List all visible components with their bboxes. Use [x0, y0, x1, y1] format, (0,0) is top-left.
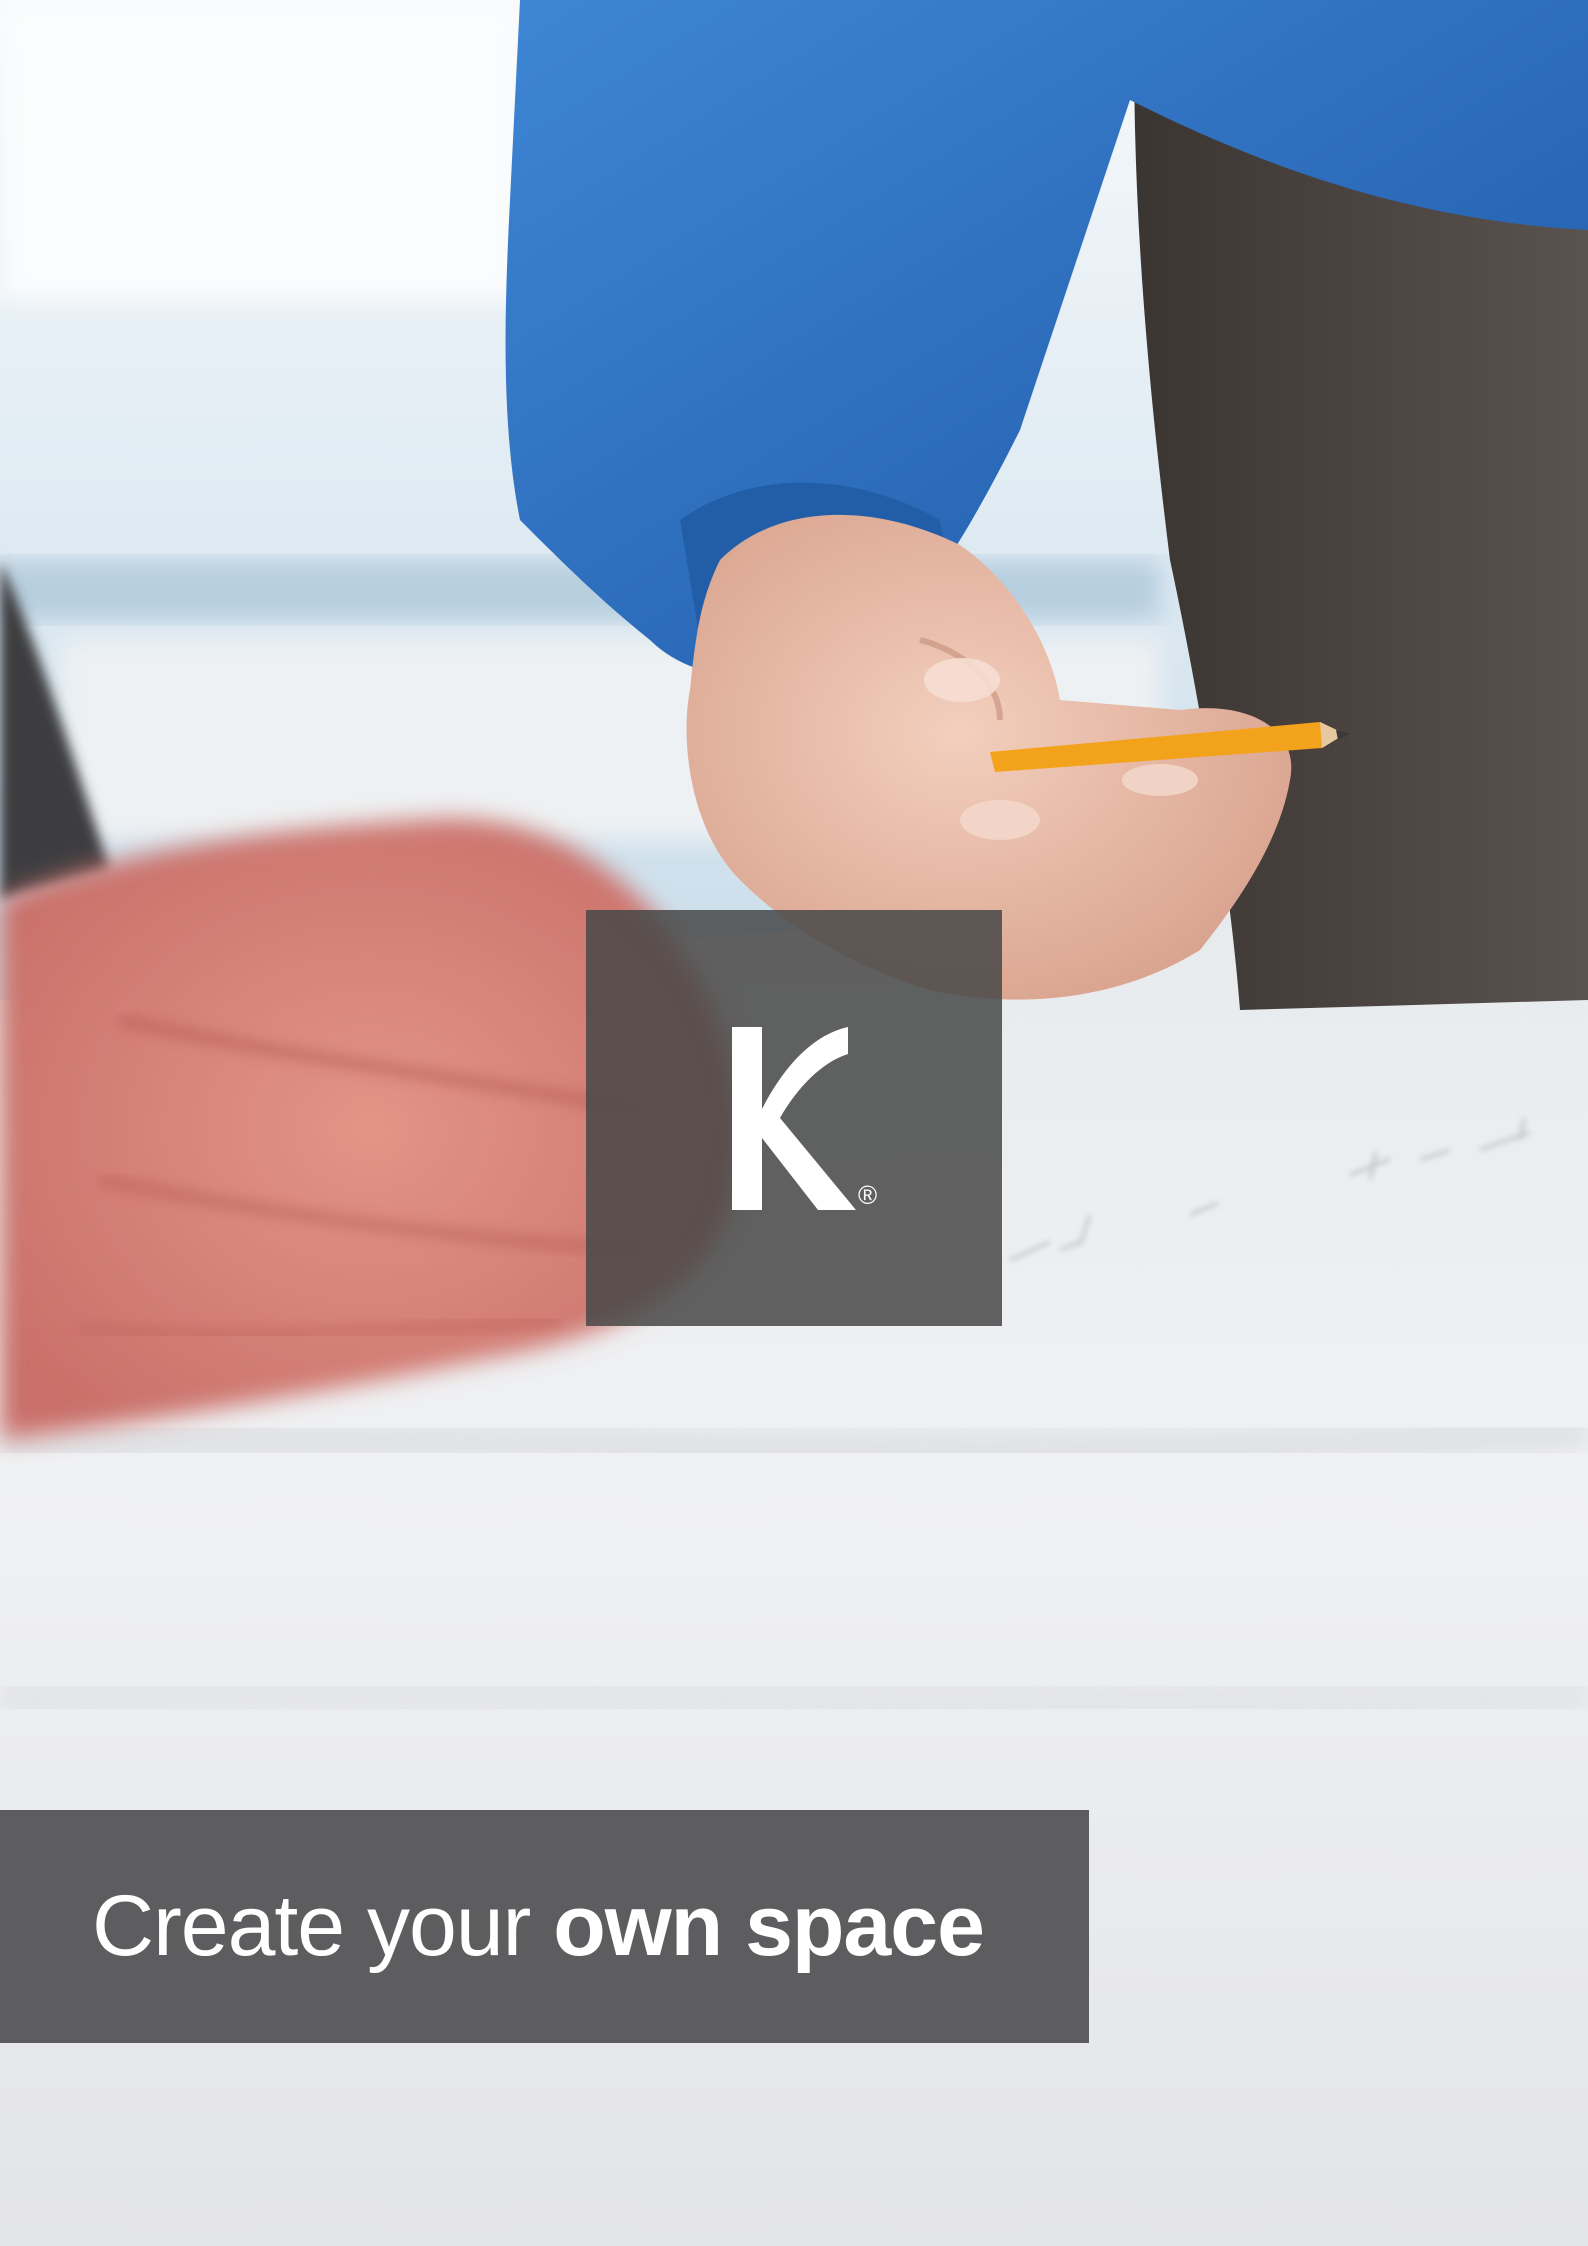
- brochure-cover: K ® Create your own space: [0, 0, 1588, 2246]
- tagline-bold: own space: [553, 1878, 985, 1974]
- tagline-banner: Create your own space: [0, 1810, 1089, 2043]
- logo-box: K ®: [586, 910, 1002, 1326]
- registered-mark: ®: [858, 1180, 878, 1210]
- tagline: Create your own space: [92, 1810, 985, 2043]
- tagline-light: Create your: [92, 1878, 554, 1974]
- k-logo: K: [732, 1027, 856, 1210]
